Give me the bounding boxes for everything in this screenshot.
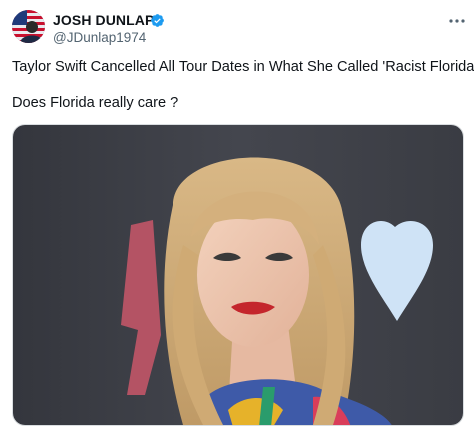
photo-illustration — [13, 125, 463, 425]
author-handle[interactable]: @JDunlap1974 — [53, 30, 146, 46]
tweet-text: Taylor Swift Cancelled All Tour Dates in… — [12, 58, 474, 112]
author-name[interactable]: JOSH DUNLAP — [53, 12, 154, 29]
avatar[interactable] — [12, 10, 45, 43]
tweet-photo[interactable] — [12, 124, 464, 426]
more-icon[interactable] — [447, 14, 467, 28]
flag-avatar-icon — [12, 10, 45, 43]
tweet-line-2: Does Florida really care ? — [12, 95, 179, 111]
tweet-line-1: Taylor Swift Cancelled All Tour Dates in… — [12, 59, 474, 75]
verified-badge-icon — [151, 14, 164, 27]
